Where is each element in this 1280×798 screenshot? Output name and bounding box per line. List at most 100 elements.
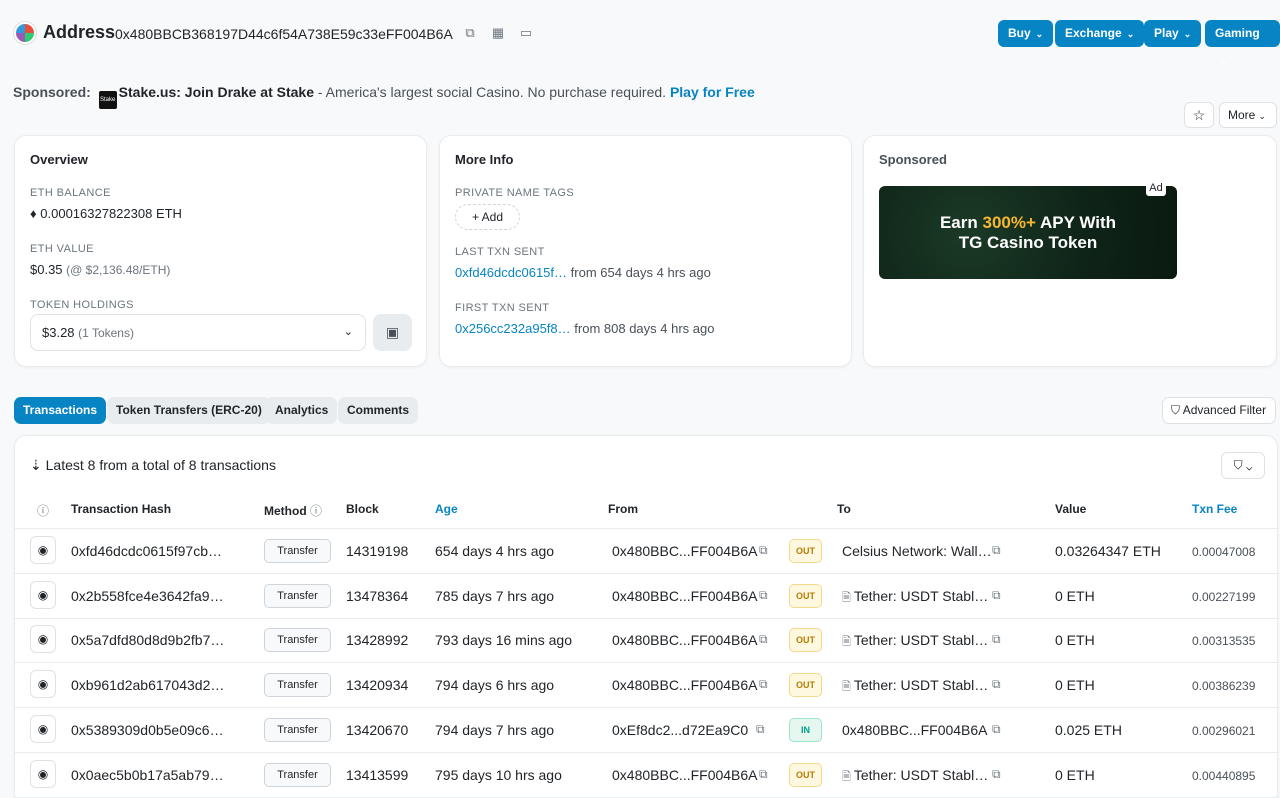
address-avatar (14, 22, 36, 44)
txn-fee-cell: 0.00386239 (1192, 679, 1256, 694)
view-details-button[interactable]: ◉ (30, 580, 56, 609)
chevron-down-icon: ⌄ (1035, 29, 1044, 39)
block-link[interactable]: 13420670 (346, 722, 408, 738)
eth-value-label: ETH VALUE (30, 243, 94, 255)
value-cell: 0 ETH (1055, 632, 1095, 649)
to-address: 0x480BBC...FF004B6A (842, 721, 988, 738)
copy-icon[interactable]: ⧉ (992, 677, 1001, 692)
copy-icon[interactable]: ⧉ (759, 543, 768, 558)
eth-balance-label: ETH BALANCE (30, 187, 111, 199)
view-details-button[interactable]: ◉ (30, 670, 56, 699)
chevron-down-icon: ⌄ (343, 326, 353, 338)
view-details-button[interactable]: ◉ (30, 625, 56, 654)
to-address[interactable]: 🗎 Tether: USDT Stabl… (842, 632, 988, 652)
eth-value: $0.35 (@ $2,136.48/ETH) (30, 262, 171, 277)
copy-icon[interactable]: ⧉ (756, 722, 765, 737)
col-transaction-hash: Transaction Hash (71, 502, 172, 516)
block-link[interactable]: 13478364 (346, 588, 408, 604)
comment-icon[interactable]: ▭ (518, 25, 534, 41)
age-cell: 785 days 7 hrs ago (435, 587, 555, 604)
qr-code-icon[interactable]: ▦ (490, 25, 506, 41)
sponsor-text: - America's largest social Casino. No pu… (313, 84, 670, 100)
transactions-summary: ⇣ Latest 8 from a total of 8 transaction… (30, 457, 276, 473)
private-name-tags-label: PRIVATE NAME TAGS (455, 187, 575, 199)
overview-card: Overview ETH BALANCE ♦ 0.00016327822308 … (14, 135, 427, 367)
favorite-button[interactable]: ☆ (1184, 102, 1214, 128)
age-cell: 795 days 10 hrs ago (435, 766, 562, 783)
copy-icon[interactable]: ⧉ (759, 677, 768, 692)
chevron-down-icon: ⌄ (1126, 29, 1135, 39)
block-link[interactable]: 13428992 (346, 632, 408, 648)
from-address: 0x480BBC...FF004B6A (612, 632, 758, 649)
copy-icon[interactable]: ⧉ (992, 543, 1001, 558)
transaction-hash-link[interactable]: 0x5a7dfd80d8d9b2fb7… (71, 632, 224, 648)
from-address: 0x480BBC...FF004B6A (612, 766, 758, 783)
sponsor-brand-link[interactable]: Stake.us: Join Drake at Stake (119, 84, 314, 100)
first-txn-label: FIRST TXN SENT (455, 302, 550, 314)
copy-icon[interactable]: ⧉ (759, 767, 768, 782)
copy-icon[interactable]: ⧉ (462, 25, 478, 41)
last-txn-hash-link[interactable]: 0xfd46dcdc0615f… (455, 265, 567, 280)
play-button[interactable]: Play ⌄ (1144, 20, 1202, 47)
view-details-button[interactable]: ◉ (30, 536, 56, 564)
first-txn-hash-link[interactable]: 0x256cc232a95f8… (455, 321, 571, 336)
contract-icon: 🗎 (842, 591, 851, 604)
method-badge: Transfer (264, 539, 331, 563)
block-link[interactable]: 13420934 (346, 677, 408, 693)
from-address[interactable]: 0xEf8dc2...d72Ea9C0 (612, 722, 748, 738)
from-address: 0x480BBC...FF004B6A (612, 543, 758, 559)
eth-balance-value: ♦ 0.00016327822308 ETH (30, 206, 182, 221)
buy-button[interactable]: Buy ⌄ (998, 20, 1054, 47)
transaction-hash-link[interactable]: 0xfd46dcdc0615f97cb… (71, 543, 222, 559)
direction-badge: IN (789, 717, 822, 742)
table-row: ◉ 0x0aec5b0b17a5ab79… Transfer 13413599 795 … (15, 753, 1279, 798)
to-address[interactable]: 🗎 Tether: USDT Stabl… (842, 677, 988, 697)
gaming-button[interactable]: Gaming⌄ (1205, 20, 1280, 66)
tab-transactions[interactable]: Transactions (14, 397, 107, 424)
block-link[interactable]: 14319198 (346, 543, 408, 559)
token-holdings-label: TOKEN HOLDINGS (30, 299, 134, 311)
copy-icon[interactable]: ⧉ (992, 588, 1001, 603)
first-txn-value: 0x256cc232a95f8… from 808 days 4 hrs ago (455, 321, 715, 336)
chevron-down-icon: ⌄ (1220, 56, 1228, 66)
value-cell: 0 ETH (1055, 677, 1095, 694)
wallet-button[interactable]: ▣ (373, 314, 412, 351)
method-badge: Transfer (264, 717, 331, 742)
block-link[interactable]: 13413599 (346, 767, 408, 783)
eye-icon: ◉ (37, 543, 49, 557)
copy-icon[interactable]: ⧉ (992, 632, 1001, 647)
help-icon[interactable]: ⓘ (37, 502, 49, 519)
copy-icon[interactable]: ⧉ (759, 632, 768, 647)
copy-icon[interactable]: ⧉ (992, 767, 1001, 782)
to-address[interactable]: 🗎 Tether: USDT Stabl… (842, 588, 988, 608)
copy-icon[interactable]: ⧉ (759, 588, 768, 603)
sponsored-card: Sponsored Earn 300%+ APY With TG Casino … (863, 135, 1277, 367)
col-age[interactable]: Age (435, 502, 458, 516)
copy-icon[interactable]: ⧉ (992, 722, 1001, 737)
transaction-hash-link[interactable]: 0x5389309d0b5e09c6… (71, 722, 224, 738)
col-to: To (837, 502, 851, 516)
ad-banner[interactable]: Earn 300%+ APY With TG Casino Token (879, 186, 1177, 279)
table-filter-button[interactable]: ⛉ ⌄ (1221, 452, 1265, 479)
advanced-filter-button[interactable]: ⛉ Advanced Filter (1162, 397, 1276, 424)
token-holdings-dropdown[interactable]: $3.28 (1 Tokens) ⌄ (30, 314, 366, 351)
col-txn-fee[interactable]: Txn Fee (1192, 502, 1237, 516)
last-txn-label: LAST TXN SENT (455, 246, 545, 258)
view-details-button[interactable]: ◉ (30, 759, 56, 788)
transaction-hash-link[interactable]: 0x0aec5b0b17a5ab79… (71, 767, 224, 783)
add-tag-button[interactable]: + Add (455, 204, 520, 230)
to-address[interactable]: 🗎 Tether: USDT Stabl… (842, 767, 988, 787)
transaction-hash-link[interactable]: 0x2b558fce4e3642fa9… (71, 588, 224, 604)
age-cell: 654 days 4 hrs ago (435, 543, 555, 559)
play-for-free-link[interactable]: Play for Free (670, 84, 755, 100)
filter-icon: ⛉ (1171, 403, 1181, 417)
tab-token-transfers[interactable]: Token Transfers (ERC-20) (107, 397, 271, 424)
tab-comments[interactable]: Comments (338, 397, 419, 424)
tab-analytics[interactable]: Analytics (266, 397, 338, 424)
view-details-button[interactable]: ◉ (30, 714, 56, 743)
more-button[interactable]: More ⌄ (1219, 102, 1277, 128)
to-address[interactable]: Celsius Network: Wall… (842, 543, 992, 559)
exchange-button[interactable]: Exchange ⌄ (1055, 20, 1145, 47)
transaction-hash-link[interactable]: 0xb961d2ab617043d2… (71, 677, 224, 693)
sponsored-banner: Sponsored: Stake Stake.us: Join Drake at … (13, 84, 755, 109)
